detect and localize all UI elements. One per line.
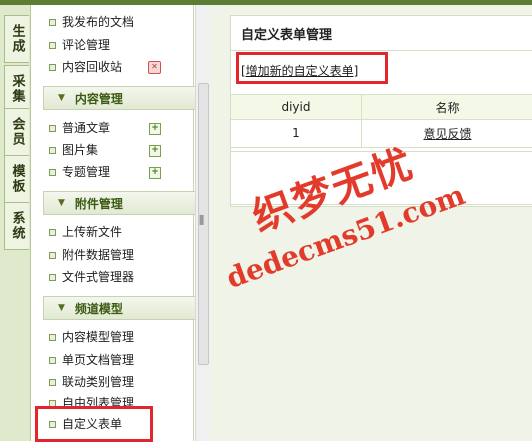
bullet-icon xyxy=(49,168,56,176)
divider xyxy=(231,50,532,51)
menu-item-upload-file[interactable]: 上传新文件 xyxy=(49,223,122,241)
tab-system[interactable]: 系统 xyxy=(4,202,29,250)
section-attachment-management[interactable]: ▼ 附件管理 xyxy=(43,191,215,215)
bullet-icon xyxy=(49,273,56,281)
collapse-triangle-icon: ▼ xyxy=(58,303,65,313)
bullet-icon xyxy=(49,63,56,71)
header-diyid: diyid xyxy=(231,95,362,119)
section-content-management[interactable]: ▼ 内容管理 xyxy=(43,86,215,110)
menu-item-topics[interactable]: 专题管理 xyxy=(49,163,110,181)
menu-item-comments[interactable]: 评论管理 xyxy=(49,36,110,54)
table-header: diyid 名称 xyxy=(231,94,532,120)
bullet-icon xyxy=(49,251,56,259)
grip-icon: ▪ ▪ ▪ xyxy=(199,212,205,227)
bullet-icon xyxy=(49,356,56,364)
section-channel-model[interactable]: ▼ 频道模型 xyxy=(43,296,215,320)
bullet-icon xyxy=(49,146,56,154)
sidebar-menu: 我发布的文档 评论管理 内容回收站 ✕ ▼ 内容管理 普通文章 + 图片集 + … xyxy=(31,5,215,441)
bullet-icon xyxy=(49,420,56,428)
vertical-tab-bar: 生成 采集 会员 模板 系统 xyxy=(0,5,31,441)
bullet-icon xyxy=(49,228,56,236)
header-name: 名称 xyxy=(435,100,460,115)
add-image-set-icon[interactable]: + xyxy=(149,145,161,157)
tab-collect[interactable]: 采集 xyxy=(4,65,29,113)
menu-item-recycle-bin[interactable]: 内容回收站 xyxy=(49,58,122,76)
delete-shield-icon[interactable]: ✕ xyxy=(148,61,161,74)
tab-template[interactable]: 模板 xyxy=(4,155,29,203)
menu-item-content-model[interactable]: 内容模型管理 xyxy=(49,328,134,346)
tab-member[interactable]: 会员 xyxy=(4,108,29,156)
bullet-icon xyxy=(49,378,56,386)
bullet-icon xyxy=(49,18,56,26)
add-article-icon[interactable]: + xyxy=(149,123,161,135)
menu-item-articles[interactable]: 普通文章 xyxy=(49,119,110,137)
bullet-icon xyxy=(49,333,56,341)
menu-item-image-sets[interactable]: 图片集 xyxy=(49,141,98,159)
add-custom-form-link[interactable]: [增加新的自定义表单] xyxy=(241,62,358,79)
collapse-triangle-icon: ▼ xyxy=(58,198,65,208)
bullet-icon xyxy=(49,41,56,49)
menu-item-my-documents[interactable]: 我发布的文档 xyxy=(49,13,134,31)
bullet-icon xyxy=(49,124,56,132)
collapse-triangle-icon: ▼ xyxy=(58,93,65,103)
menu-item-free-list[interactable]: 自由列表管理 xyxy=(49,394,134,412)
page-title: 自定义表单管理 xyxy=(241,28,333,43)
add-topic-icon[interactable]: + xyxy=(149,167,161,179)
bullet-icon xyxy=(49,399,56,407)
menu-item-attachment-data[interactable]: 附件数据管理 xyxy=(49,246,134,264)
menu-item-linkage-category[interactable]: 联动类别管理 xyxy=(49,373,134,391)
cell-diyid: 1 xyxy=(231,119,362,147)
menu-item-custom-form[interactable]: 自定义表单 xyxy=(49,415,122,433)
menu-item-file-manager[interactable]: 文件式管理器 xyxy=(49,268,134,286)
tab-generate[interactable]: 生成 xyxy=(4,15,29,63)
menu-item-single-page[interactable]: 单页文档管理 xyxy=(49,351,134,369)
sidebar-scrollbar[interactable]: ▪ ▪ ▪ xyxy=(195,5,210,441)
